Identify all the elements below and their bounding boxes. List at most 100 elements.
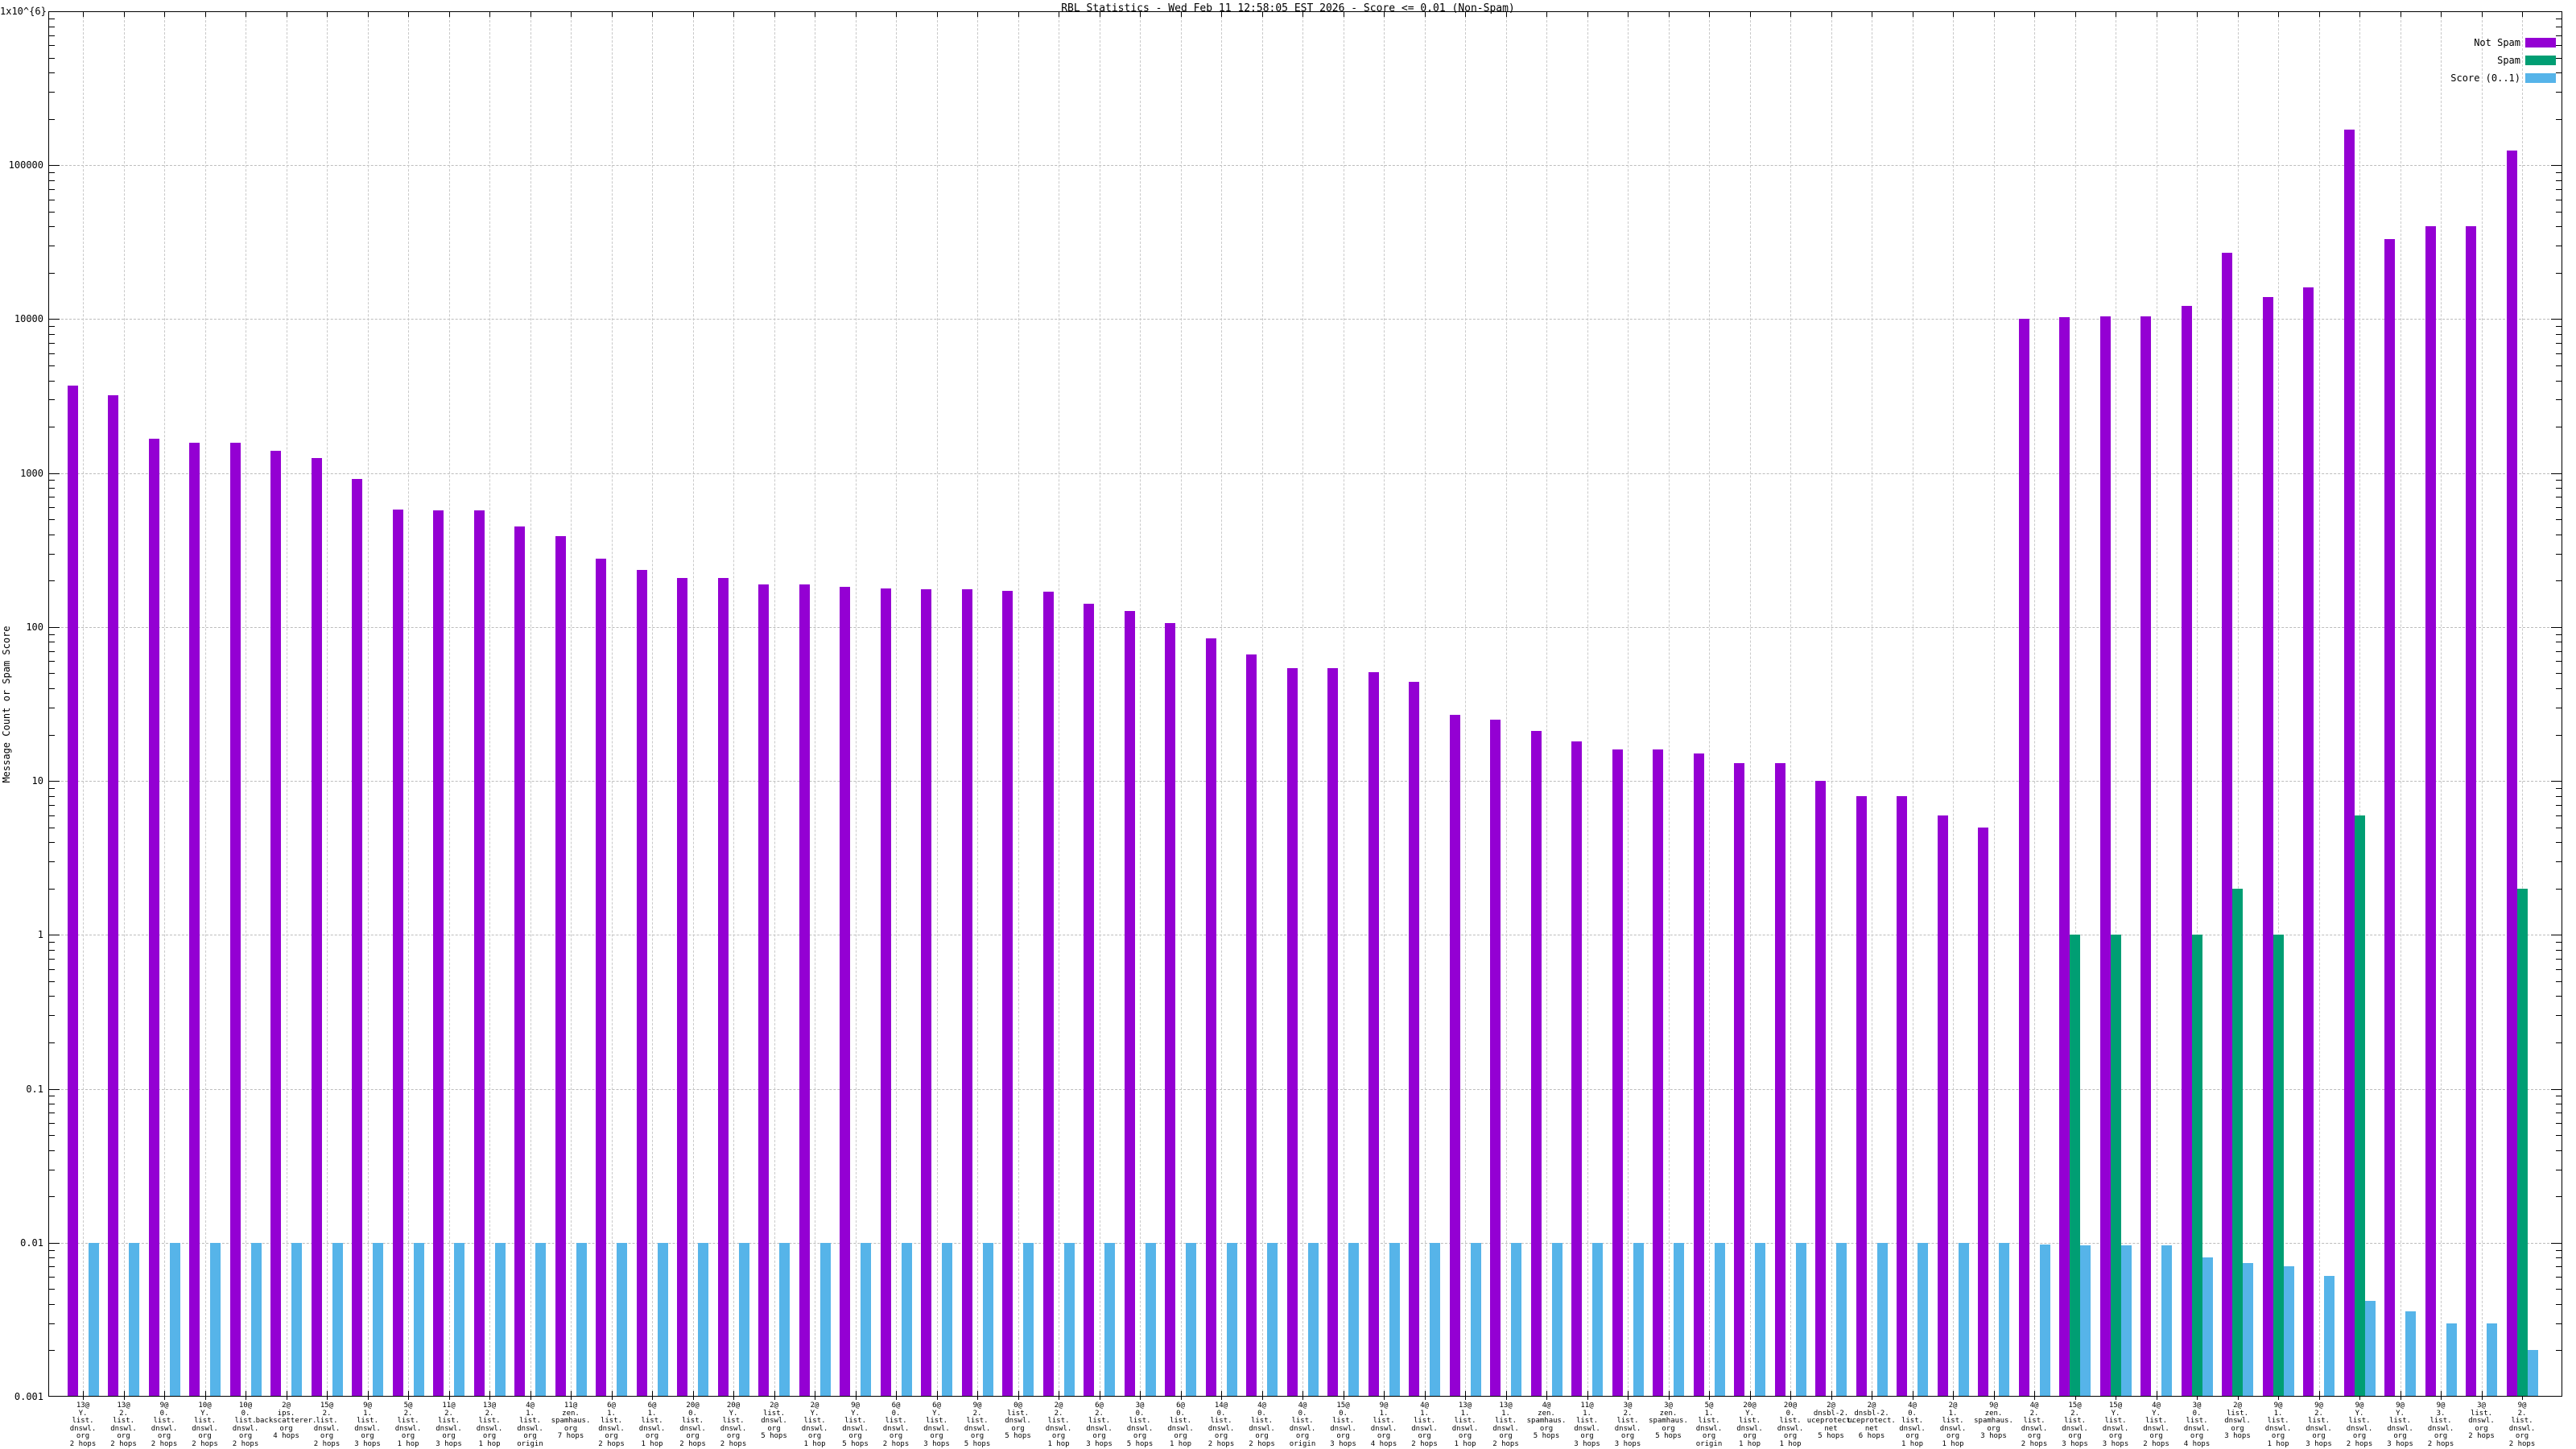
x-tick-bottom: [327, 1391, 328, 1396]
bar-not-spam: [189, 442, 200, 1396]
bar-not-spam: [1937, 815, 1948, 1396]
bar-score: [413, 1242, 424, 1396]
bar-not-spam: [2059, 316, 2070, 1396]
bar-score: [88, 1242, 99, 1396]
bar-spam: [2273, 935, 2284, 1396]
bar-score: [982, 1242, 993, 1396]
y-minor-tick-right: [2556, 1289, 2562, 1290]
bar-not-spam: [961, 589, 972, 1396]
bar-not-spam: [636, 570, 647, 1396]
bar-not-spam: [1815, 781, 1826, 1396]
x-tick-outer: [1668, 1397, 1670, 1400]
y-tick-label: 0.1: [26, 1083, 43, 1095]
x-tick-top: [692, 12, 694, 17]
x-tick-bottom: [164, 1391, 165, 1396]
x-tick-label-line: 3 hops: [1614, 1439, 1641, 1448]
bar-not-spam: [2222, 252, 2232, 1396]
bar-score: [779, 1242, 790, 1396]
x-tick-outer: [1749, 1397, 1751, 1400]
y-minor-tick-right: [2556, 1015, 2562, 1017]
y-minor-tick-left: [49, 399, 55, 401]
x-tick-label-line: 2 hops: [2508, 1439, 2536, 1448]
bar-not-spam: [880, 588, 891, 1396]
y-minor-tick-right: [2556, 815, 2562, 816]
x-tick-outer: [1180, 1397, 1182, 1400]
y-minor-tick-right: [2556, 380, 2562, 382]
y-minor-tick-right: [2556, 1277, 2562, 1278]
y-minor-tick-right: [2556, 507, 2562, 509]
x-gridline: [571, 12, 572, 1396]
x-tick-outer: [83, 1397, 84, 1400]
bar-not-spam: [596, 559, 606, 1396]
bar-score: [250, 1242, 262, 1396]
x-gridline: [1140, 12, 1141, 1396]
x-tick-outer: [1790, 1397, 1791, 1400]
x-tick-top: [936, 12, 938, 17]
bar-score: [1267, 1242, 1278, 1396]
x-tick-outer: [204, 1397, 206, 1400]
y-minor-tick-left: [49, 1350, 55, 1352]
bar-spam: [2354, 815, 2365, 1396]
y-minor-tick-right: [2556, 326, 2562, 328]
y-minor-tick-left: [49, 1122, 55, 1124]
bar-not-spam: [1286, 668, 1298, 1396]
legend-swatch-spam: [2525, 56, 2556, 65]
y-minor-tick-right: [2556, 1249, 2562, 1251]
x-tick-top: [204, 12, 206, 17]
y-tick-label: 0.001: [14, 1391, 43, 1402]
bar-score: [657, 1242, 668, 1396]
legend-row-not-spam: Not Spam: [0, 37, 2562, 48]
x-gridline: [2034, 12, 2035, 1396]
x-tick-top: [1424, 12, 1426, 17]
x-tick-label-line: 1 hop: [1779, 1439, 1802, 1448]
bar-not-spam: [1693, 753, 1704, 1396]
x-tick-top: [2197, 12, 2198, 17]
x-tick-outer: [611, 1397, 613, 1400]
y-minor-tick-left: [49, 211, 55, 213]
y-tick-label: 100: [26, 621, 43, 633]
bar-not-spam: [2018, 319, 2029, 1396]
bar-score: [454, 1242, 464, 1396]
x-tick-bottom: [571, 1391, 572, 1396]
bar-score: [332, 1242, 343, 1396]
x-tick-bottom: [83, 1391, 84, 1396]
x-tick-bottom: [977, 1391, 978, 1396]
bar-not-spam: [799, 584, 810, 1396]
bar-score: [210, 1242, 221, 1396]
x-gridline: [896, 12, 897, 1396]
y-minor-tick-left: [49, 180, 55, 181]
y-minor-tick-left: [49, 1249, 55, 1251]
x-tick-outer: [652, 1397, 653, 1400]
x-gridline: [2481, 12, 2483, 1396]
bar-not-spam: [1856, 795, 1867, 1396]
x-gridline: [855, 12, 857, 1396]
x-gridline: [1018, 12, 1019, 1396]
y-minor-tick-right: [2556, 353, 2562, 354]
y-axis-title: Message Count or Spam Score: [1, 625, 12, 783]
y-major-tick-left: [49, 781, 60, 782]
y-minor-tick-left: [49, 507, 55, 509]
x-gridline: [774, 12, 775, 1396]
y-minor-tick-left: [49, 326, 55, 328]
x-tick-top: [2237, 12, 2239, 17]
y-tick-label: 1: [37, 929, 43, 941]
x-tick-top: [164, 12, 165, 17]
x-tick-bottom: [1587, 1391, 1588, 1396]
x-tick-outer: [2034, 1397, 2035, 1400]
x-tick-top: [1302, 12, 1303, 17]
bar-not-spam: [514, 526, 525, 1396]
x-tick-outer: [2318, 1397, 2320, 1400]
bar-score: [819, 1242, 831, 1396]
bar-not-spam: [1165, 623, 1175, 1396]
bar-not-spam: [1612, 749, 1623, 1396]
x-tick-outer: [1018, 1397, 1019, 1400]
x-tick-outer: [692, 1397, 694, 1400]
x-tick-bottom: [652, 1391, 653, 1396]
y-major-tick-right: [2551, 781, 2562, 782]
y-minor-tick-right: [2556, 734, 2562, 736]
y-minor-tick-left: [49, 804, 55, 806]
y-gridline: [49, 165, 2562, 167]
x-gridline: [1505, 12, 1507, 1396]
y-minor-tick-right: [2556, 399, 2562, 401]
x-tick-outer: [2441, 1397, 2442, 1400]
